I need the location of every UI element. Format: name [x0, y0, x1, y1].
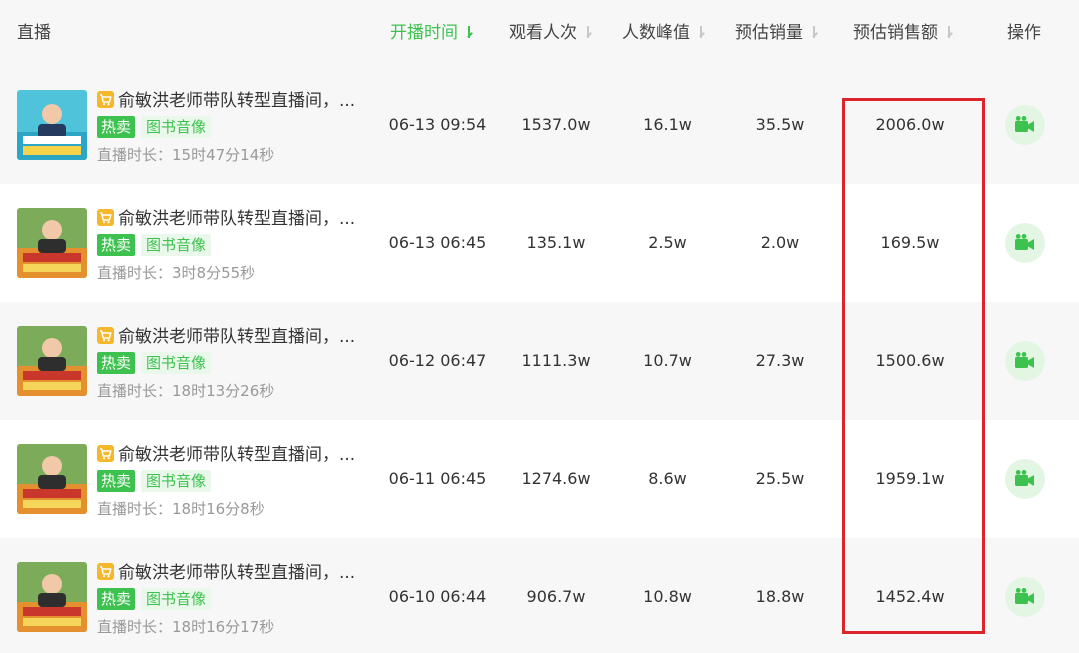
column-header-peak[interactable]: 人数峰值 [622, 0, 706, 66]
video-camera-icon [1015, 470, 1034, 486]
replay-video-button[interactable] [1005, 341, 1045, 381]
peak-viewers: 10.8w [643, 587, 692, 606]
estimated-sales: 2.0w [760, 233, 800, 252]
start-time: 06-11 06:45 [388, 469, 487, 488]
table-row[interactable]: 俞敏洪老师带队转型直播间，... 热卖 图书音像 直播时长：18时16分8秒 0… [0, 420, 1079, 538]
peak-viewers: 10.7w [643, 351, 692, 370]
table-row[interactable]: 俞敏洪老师带队转型直播间，... 热卖 图书音像 直播时长：18时16分17秒 … [0, 538, 1079, 653]
estimated-gmv: 169.5w [880, 233, 940, 252]
sort-arrow-icon[interactable] [584, 25, 593, 39]
estimated-sales: 27.3w [755, 351, 805, 370]
live-title[interactable]: 俞敏洪老师带队转型直播间，... [118, 322, 355, 347]
shopping-cart-icon [97, 209, 114, 226]
live-thumbnail[interactable] [17, 562, 87, 632]
column-header-label: 观看人次 [509, 23, 577, 43]
hot-tag: 热卖 [97, 116, 136, 138]
shopping-cart-icon [97, 91, 114, 108]
estimated-gmv: 2006.0w [875, 115, 945, 134]
view-count: 135.1w [526, 233, 586, 252]
start-time: 06-10 06:44 [388, 587, 487, 606]
table-header: 直播 开播时间 观看人次 人数峰值 预估销量 预估销售额 操作 [0, 0, 1079, 66]
estimated-gmv: 1500.6w [875, 351, 945, 370]
live-duration: 直播时长：18时13分26秒 [97, 382, 275, 400]
live-duration: 直播时长：18时16分17秒 [97, 618, 275, 636]
category-tag: 图书音像 [141, 352, 212, 374]
live-thumbnail[interactable] [17, 90, 87, 160]
live-duration: 直播时长：3时8分55秒 [97, 264, 256, 282]
replay-video-button[interactable] [1005, 105, 1045, 145]
view-count: 906.7w [526, 587, 586, 606]
column-header-views[interactable]: 观看人次 [509, 0, 593, 66]
estimated-sales: 35.5w [755, 115, 805, 134]
replay-video-button[interactable] [1005, 459, 1045, 499]
live-duration: 直播时长：18时16分8秒 [97, 500, 265, 518]
table-row[interactable]: 俞敏洪老师带队转型直播间，... 热卖 图书音像 直播时长：15时47分14秒 … [0, 66, 1079, 184]
start-time: 06-13 09:54 [388, 115, 487, 134]
live-title[interactable]: 俞敏洪老师带队转型直播间，... [118, 440, 355, 465]
category-tag: 图书音像 [141, 588, 212, 610]
shopping-cart-icon [97, 563, 114, 580]
hot-tag: 热卖 [97, 234, 136, 256]
peak-viewers: 8.6w [648, 469, 687, 488]
live-thumbnail[interactable] [17, 208, 87, 278]
view-count: 1111.3w [521, 351, 591, 370]
sort-arrow-icon[interactable] [810, 25, 819, 39]
estimated-sales: 25.5w [755, 469, 805, 488]
column-header-label: 开播时间 [390, 23, 458, 43]
start-time: 06-13 06:45 [388, 233, 487, 252]
view-count: 1274.6w [521, 469, 591, 488]
live-thumbnail[interactable] [17, 444, 87, 514]
live-thumbnail[interactable] [17, 326, 87, 396]
column-header-est-gmv[interactable]: 预估销售额 [853, 0, 954, 66]
column-header-action: 操作 [1007, 23, 1041, 43]
video-camera-icon [1015, 116, 1034, 132]
live-title[interactable]: 俞敏洪老师带队转型直播间，... [118, 558, 355, 583]
live-duration: 直播时长：15时47分14秒 [97, 146, 275, 164]
hot-tag: 热卖 [97, 352, 136, 374]
live-title[interactable]: 俞敏洪老师带队转型直播间，... [118, 86, 355, 111]
live-title[interactable]: 俞敏洪老师带队转型直播间，... [118, 204, 355, 229]
start-time: 06-12 06:47 [388, 351, 487, 370]
category-tag: 图书音像 [141, 470, 212, 492]
column-header-start-time[interactable]: 开播时间 [390, 0, 474, 66]
video-camera-icon [1015, 588, 1034, 604]
video-camera-icon [1015, 234, 1034, 250]
table-row[interactable]: 俞敏洪老师带队转型直播间，... 热卖 图书音像 直播时长：3时8分55秒 06… [0, 184, 1079, 302]
sort-arrow-icon[interactable] [465, 25, 474, 39]
hot-tag: 热卖 [97, 470, 136, 492]
video-camera-icon [1015, 352, 1034, 368]
shopping-cart-icon [97, 445, 114, 462]
column-header-label: 预估销量 [735, 23, 803, 43]
estimated-gmv: 1452.4w [875, 587, 945, 606]
replay-video-button[interactable] [1005, 577, 1045, 617]
category-tag: 图书音像 [141, 234, 212, 256]
table-row[interactable]: 俞敏洪老师带队转型直播间，... 热卖 图书音像 直播时长：18时13分26秒 … [0, 302, 1079, 420]
estimated-sales: 18.8w [755, 587, 805, 606]
category-tag: 图书音像 [141, 116, 212, 138]
replay-video-button[interactable] [1005, 223, 1045, 263]
column-header-live: 直播 [17, 23, 51, 43]
peak-viewers: 2.5w [648, 233, 687, 252]
shopping-cart-icon [97, 327, 114, 344]
sort-arrow-icon[interactable] [945, 25, 954, 39]
column-header-est-sales[interactable]: 预估销量 [735, 0, 819, 66]
column-header-label: 人数峰值 [622, 23, 690, 43]
view-count: 1537.0w [521, 115, 591, 134]
hot-tag: 热卖 [97, 588, 136, 610]
peak-viewers: 16.1w [643, 115, 692, 134]
column-header-label: 预估销售额 [853, 23, 938, 43]
sort-arrow-icon[interactable] [697, 25, 706, 39]
estimated-gmv: 1959.1w [875, 469, 945, 488]
